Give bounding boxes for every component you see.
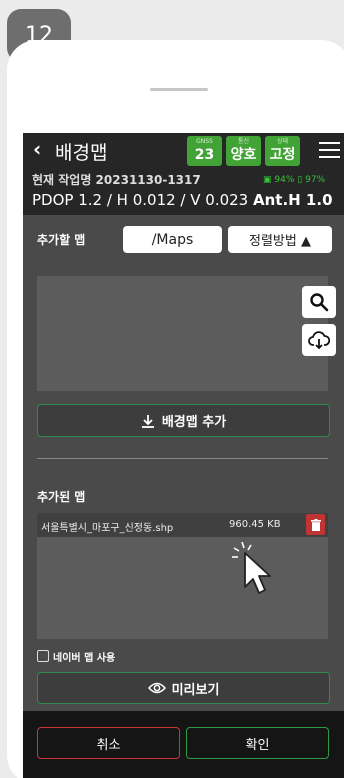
search-button[interactable]	[302, 286, 336, 318]
preview-button[interactable]: 미리보기	[37, 672, 330, 704]
comm-status-value: 양호	[230, 147, 257, 163]
app-screen: ‹ 배경맵 GNSS 23 통신 양호 상태 고정 현재 작업명 2023113…	[23, 133, 344, 778]
battery-icon: ▯	[297, 175, 303, 185]
sort-button[interactable]: 정렬방법 ▲	[228, 226, 332, 253]
antenna-height: Ant.H 1.0	[253, 191, 333, 209]
naver-map-checkbox[interactable]	[37, 650, 49, 662]
fix-status-value: 고정	[269, 147, 296, 163]
add-map-button-label: 배경맵 추가	[161, 415, 227, 430]
footer-bar: 취소 확인	[23, 711, 344, 778]
section-divider	[37, 458, 328, 459]
comm-status-caption: 통신	[237, 138, 250, 145]
gnss-status-value: 23	[194, 147, 215, 163]
cancel-button[interactable]: 취소	[37, 727, 180, 759]
pdop-values: PDOP 1.2 / H 0.012 / V 0.023	[32, 191, 249, 209]
confirm-button[interactable]: 확인	[186, 727, 329, 759]
battery-b-value: 97%	[305, 175, 326, 185]
search-icon	[310, 293, 329, 312]
preview-button-label: 미리보기	[171, 682, 220, 698]
eye-icon	[147, 682, 166, 694]
pointer-cursor-icon	[232, 542, 271, 594]
job-name: 현재 작업명 20231130-1317	[32, 173, 201, 187]
available-map-list[interactable]	[37, 276, 336, 391]
gnss-status-badge: GNSS 23	[187, 136, 222, 166]
map-panel: 추가할 맵 /Maps 정렬방법 ▲ 배경맵 추가 추가된 맵 서울특별시_마포…	[23, 215, 344, 735]
page-title: 배경맵	[55, 142, 108, 164]
folder-path-field[interactable]: /Maps	[123, 226, 222, 253]
hamburger-menu-icon[interactable]	[319, 142, 340, 163]
add-map-label: 추가할 맵	[37, 233, 86, 247]
added-map-label: 추가된 맵	[37, 490, 86, 504]
fix-status-caption: 상태	[276, 138, 289, 145]
battery-a-value: 94%	[274, 175, 295, 185]
list-item[interactable]: 서울특별시_마포구_신정동.shp 960.45 KB	[37, 513, 328, 537]
cloud-download-icon	[308, 331, 330, 350]
map-file-name: 서울특별시_마포구_신정동.shp	[41, 523, 174, 534]
add-background-map-button[interactable]: 배경맵 추가	[37, 404, 330, 437]
sheet-grabber[interactable]	[150, 88, 208, 91]
delete-button[interactable]	[306, 514, 325, 535]
naver-map-label: 네이버 맵 사용	[53, 653, 116, 664]
gnss-status-caption: GNSS	[196, 138, 213, 145]
download-icon	[141, 414, 154, 428]
trash-icon	[310, 518, 321, 531]
pdop-readout: PDOP 1.2 / H 0.012 / V 0.023 Ant.H 1.0	[32, 191, 333, 209]
battery-indicators: ▣ 94% ▯ 97%	[263, 175, 325, 185]
battery-icon: ▣	[263, 175, 272, 185]
app-header: ‹ 배경맵 GNSS 23 통신 양호 상태 고정	[23, 133, 344, 168]
fix-status-badge: 상태 고정	[265, 136, 300, 166]
comm-status-badge: 통신 양호	[226, 136, 261, 166]
map-file-size: 960.45 KB	[229, 519, 281, 530]
back-chevron-icon[interactable]: ‹	[33, 137, 41, 161]
cloud-download-button[interactable]	[302, 324, 336, 356]
